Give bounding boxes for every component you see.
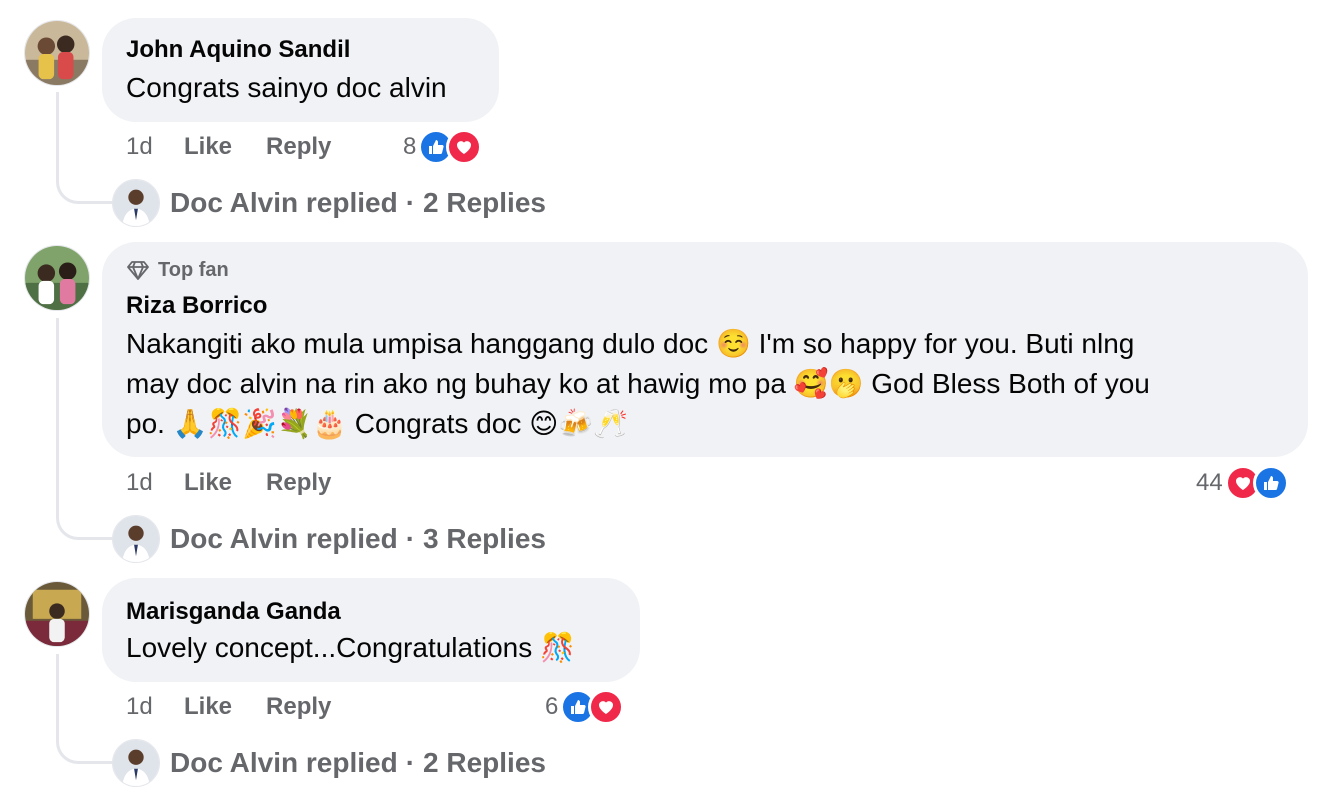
top-fan-badge: Top fan [126,258,229,282]
reply-thread-line [56,654,112,764]
comment-text-line: po. 🙏🎊🎉💐🎂 Congrats doc 😊🍻🥂 [126,408,629,439]
view-replies-link[interactable]: Doc Alvin replied · 3 Replies [112,514,546,564]
reply-button[interactable]: Reply [266,693,331,721]
commenter-avatar[interactable] [24,245,90,311]
replier-avatar [112,739,160,787]
reply-thread-line [56,92,112,204]
replies-count: 2 Replies [423,747,546,778]
comment-author[interactable]: John Aquino Sandil [126,36,350,64]
diamond-icon [127,261,149,280]
separator-dot: · [405,187,416,218]
like-button[interactable]: Like [184,469,232,497]
comment-text-line: may doc alvin na rin ako ng buhay ko at … [126,368,1150,399]
love-reaction-icon [446,129,483,165]
reaction-count: 6 [545,693,559,720]
reaction-summary[interactable]: 8 [403,127,483,167]
love-reaction-icon [588,689,625,725]
comment-time[interactable]: 1d [126,693,184,721]
commenter-avatar[interactable] [24,581,90,647]
view-replies-link[interactable]: Doc Alvin replied · 2 Replies [112,178,546,228]
reaction-summary[interactable]: 44 [1196,463,1289,503]
replied-by-text: Doc Alvin replied [170,747,398,778]
comment-bubble: John Aquino Sandil Congrats sainyo doc a… [102,18,499,122]
comment-bubble: Top fan Riza Borrico Nakangiti ako mula … [102,242,1308,457]
replies-count: 3 Replies [423,523,546,554]
replied-by-text: Doc Alvin replied [170,523,398,554]
replier-avatar [112,515,160,563]
view-replies-link[interactable]: Doc Alvin replied · 2 Replies [112,738,546,788]
comment-author[interactable]: Marisganda Ganda [126,598,341,626]
replied-by-text: Doc Alvin replied [170,187,398,218]
comment-text: Congrats sainyo doc alvin [126,72,447,103]
replies-count: 2 Replies [423,187,546,218]
reaction-summary[interactable]: 6 [545,687,625,727]
badge-label: Top fan [158,258,229,281]
reply-thread-line [56,318,112,540]
reply-button[interactable]: Reply [266,133,331,161]
reply-button[interactable]: Reply [266,469,331,497]
reaction-count: 8 [403,133,417,160]
comment-bubble: Marisganda Ganda Lovely concept...Congra… [102,578,640,682]
comment-actions: 1d Like Reply [126,467,365,499]
comment-author[interactable]: Riza Borrico [126,292,267,320]
comment-time[interactable]: 1d [126,133,184,161]
like-button[interactable]: Like [184,133,232,161]
separator-dot: · [405,747,416,778]
comment-time[interactable]: 1d [126,469,184,497]
comment-actions: 1d Like Reply [126,131,365,163]
replier-avatar [112,179,160,227]
comment-actions: 1d Like Reply [126,691,365,723]
comment-text: Lovely concept...Congratulations 🎊 [126,632,575,663]
like-button[interactable]: Like [184,693,232,721]
reaction-count: 44 [1196,469,1223,496]
comment-text-line: Nakangiti ako mula umpisa hanggang dulo … [126,328,1135,359]
commenter-avatar[interactable] [24,20,90,86]
like-reaction-icon [1252,465,1289,501]
separator-dot: · [405,523,416,554]
